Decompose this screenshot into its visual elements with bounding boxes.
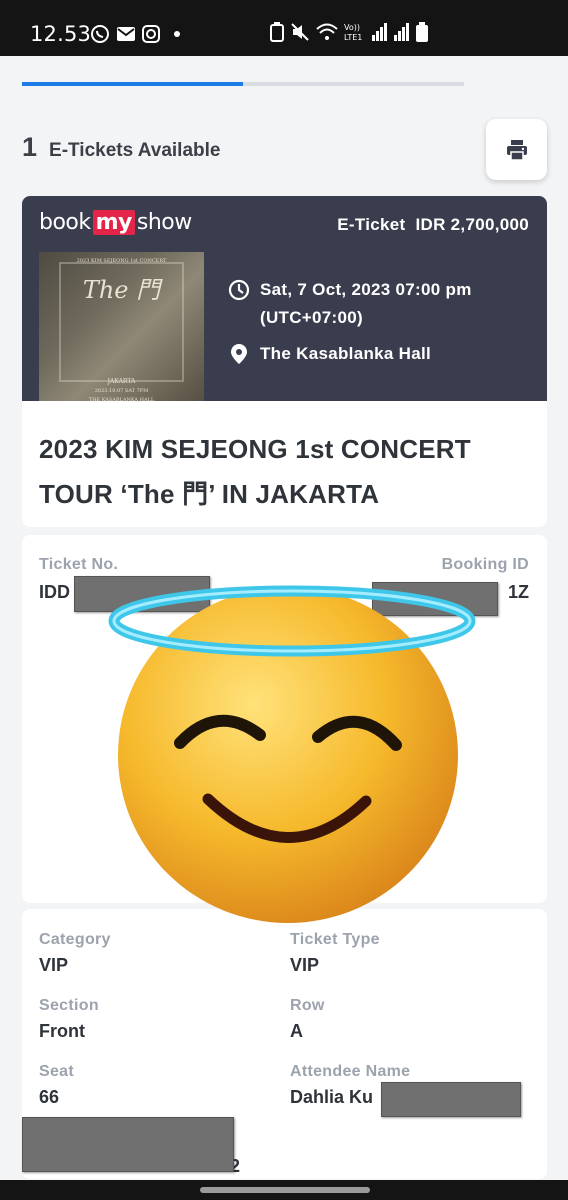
section-value: Front: [39, 1021, 85, 1041]
ticket-type-field: Ticket Type VIP: [290, 931, 380, 976]
print-button[interactable]: [486, 119, 547, 180]
ticket-price: IDR 2,700,000: [415, 215, 529, 234]
wifi-icon: [316, 23, 338, 40]
signal-icon: [372, 23, 387, 41]
ticket-type-value: VIP: [290, 955, 320, 975]
ticket-no-value: IDD: [39, 582, 70, 602]
signal-icon: [394, 23, 409, 41]
instagram-icon: [142, 25, 160, 43]
svg-text:LTE1: LTE1: [344, 33, 362, 42]
status-time: 12.53: [30, 22, 92, 46]
event-title-line-2: TOUR ‘The 門’ IN JAKARTA: [39, 479, 380, 509]
event-timezone: (UTC+07:00): [260, 308, 363, 327]
whatsapp-icon: [91, 25, 109, 43]
mail-icon: [117, 27, 135, 41]
poster-line-2: The 門: [82, 276, 161, 304]
printer-icon: [506, 139, 527, 161]
attendee-label: Attendee Name: [290, 1063, 411, 1080]
poster-line-1: 2023 KIM SEJEONG 1st CONCERT: [76, 258, 167, 264]
tickets-count: 1: [22, 132, 38, 162]
row-value: A: [290, 1021, 303, 1041]
smiling-face-with-halo-emoji: [108, 585, 476, 923]
volte-icon: Vo))LTE1: [344, 23, 362, 42]
event-poster: 2023 KIM SEJEONG 1st CONCERT The 門 JAKAR…: [39, 252, 204, 417]
tab-bar[interactable]: [22, 82, 464, 86]
section-field: Section Front: [39, 997, 99, 1042]
booking-id-label: Booking ID: [441, 556, 529, 573]
bookmyshow-logo: book my show: [39, 210, 192, 235]
seat-field: Seat 66: [39, 1063, 74, 1108]
row-field: Row A: [290, 997, 325, 1042]
ticket-no-label: Ticket No.: [39, 556, 119, 573]
status-bar: 12.53 Vo)) LTE1: [0, 0, 568, 56]
seat-value: 66: [39, 1087, 60, 1107]
redaction-box-bottom: [22, 1117, 234, 1172]
event-title-line-1: 2023 KIM SEJEONG 1st CONCERT: [39, 434, 471, 464]
event-venue: The Kasablanka Hall: [260, 344, 432, 363]
navigation-bar: [0, 1180, 568, 1200]
poster-line-4: 2023.10.07 SAT 7PM: [94, 388, 149, 394]
brand-part-my: my: [92, 210, 135, 235]
redaction-box-attendee: [381, 1082, 521, 1117]
mute-icon: [291, 23, 309, 41]
battery-icon: [416, 22, 428, 42]
ticket-header: book my show E-Ticket IDR 2,700,000 2023 …: [22, 196, 547, 417]
event-title-card: 2023 KIM SEJEONG 1st CONCERT TOUR ‘The 門…: [22, 401, 547, 527]
event-title: 2023 KIM SEJEONG 1st CONCERT TOUR ‘The 門…: [39, 427, 519, 517]
tickets-available-row: 1 E-Tickets Available: [22, 132, 220, 163]
notification-dot: [174, 31, 180, 37]
event-date: Sat, 7 Oct, 2023 07:00 pm: [260, 280, 472, 299]
brand-part-show: show: [136, 210, 192, 235]
poster-line-3: JAKARTA: [107, 378, 136, 385]
booking-id-value: 1Z: [507, 582, 529, 602]
battery-saver-icon: [270, 22, 284, 42]
row-label: Row: [290, 997, 325, 1014]
clock-icon: [228, 279, 250, 301]
home-gesture-pill[interactable]: [200, 1187, 370, 1193]
brand-part-book: book: [39, 210, 91, 235]
category-field: Category VIP: [39, 931, 111, 976]
tab-active-indicator: [22, 82, 243, 86]
eticket-label: E-Ticket: [337, 215, 406, 234]
event-info: Sat, 7 Oct, 2023 07:00 pm (UTC+07:00) Th…: [228, 276, 472, 368]
svg-text:Vo)): Vo)): [344, 23, 360, 32]
ticket-type-label: Ticket Type: [290, 931, 380, 948]
category-value: VIP: [39, 955, 69, 975]
ticket-type-price: E-Ticket IDR 2,700,000: [337, 215, 529, 235]
section-label: Section: [39, 997, 99, 1014]
location-pin-icon: [231, 344, 247, 364]
seat-label: Seat: [39, 1063, 74, 1080]
tickets-available-label: E-Tickets Available: [49, 140, 221, 161]
category-label: Category: [39, 931, 111, 948]
